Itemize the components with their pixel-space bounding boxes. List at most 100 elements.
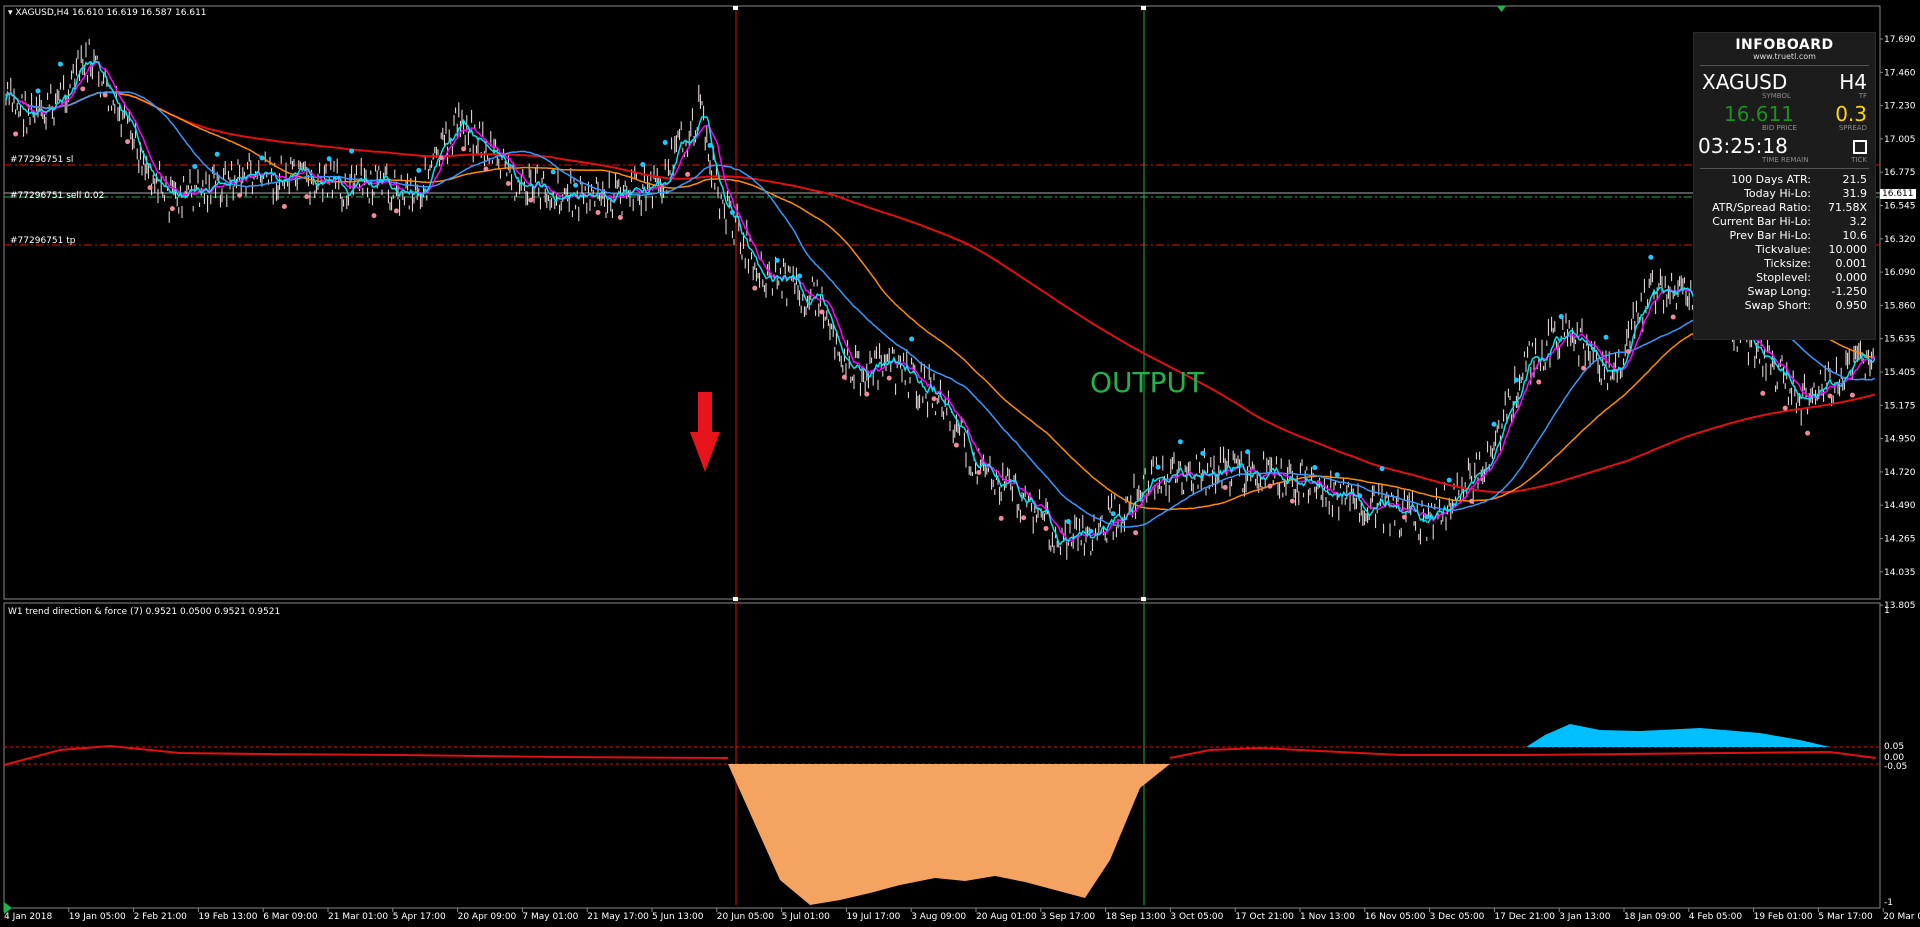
infoboard-row: Swap Short: 0.950 [1702, 299, 1867, 313]
spread-caption: SPREAD [1838, 124, 1867, 132]
fractal-down [931, 396, 937, 402]
fractal-down [752, 285, 758, 291]
price-axis-label: 16.775 [1884, 168, 1916, 178]
fractal-up [1379, 466, 1385, 472]
ma-blue-line [5, 90, 1876, 528]
infoboard-row: Prev Bar Hi-Lo: 10.6 [1702, 229, 1867, 243]
fractal-down [617, 214, 623, 220]
trend-bull-area [1526, 724, 1830, 747]
fractal-down [886, 375, 892, 381]
time-axis-label: 17 Dec 21:00 [1494, 912, 1555, 922]
price-axis-label: 14.490 [1884, 501, 1916, 511]
fractal-down [1289, 498, 1295, 504]
symbol-value: XAGUSD [1702, 70, 1788, 94]
order-sell-label: #77296751 sell 0.02 [10, 191, 104, 201]
fractal-down [841, 374, 847, 380]
bid-caption: BID PRICE [1762, 124, 1797, 132]
time-axis-label: 3 Dec 05:00 [1430, 912, 1485, 922]
sub-axis-label: -1 [1884, 898, 1893, 908]
infoboard-row-value: 0.000 [1835, 271, 1868, 284]
infoboard-row-label: Tickvalue: [1755, 243, 1811, 256]
fractal-down [393, 208, 399, 214]
infoboard-url: www.truetl.com [1753, 52, 1816, 61]
fractal-up [1334, 472, 1340, 478]
infoboard-row-value: -1.250 [1831, 285, 1867, 298]
infoboard-row: Ticksize: 0.001 [1702, 257, 1867, 271]
symbol-caption: SYMBOL [1762, 92, 1791, 100]
chart-header: ▾ XAGUSD,H4 16.610 16.619 16.587 16.611 [8, 8, 207, 18]
time-axis-label: 3 Jan 13:00 [1559, 912, 1611, 922]
fractal-up [1558, 314, 1564, 320]
price-axis-label: 16.320 [1884, 235, 1916, 245]
fractal-up [1245, 449, 1251, 455]
current-price-tag: 16.611 [1880, 189, 1916, 199]
fractal-up [550, 169, 556, 175]
fractal-markers [13, 61, 1855, 536]
infoboard-row: Tickvalue: 10.000 [1702, 243, 1867, 257]
time-axis-label: 20 Aug 01:00 [976, 912, 1037, 922]
time-axis-label: 2 Feb 21:00 [134, 912, 188, 922]
fractal-down [1469, 498, 1475, 504]
fractal-down [1401, 514, 1407, 520]
fractal-up [214, 151, 220, 157]
price-axis-label: 16.090 [1884, 268, 1916, 278]
time-axis-label: 7 May 01:00 [522, 912, 578, 922]
green-line-handle-top[interactable] [1141, 6, 1146, 10]
time-axis-label: 3 Sep 17:00 [1041, 912, 1096, 922]
fractal-down [1625, 349, 1631, 355]
symbol-quote-line: XAGUSD,H4 16.610 16.619 16.587 16.611 [15, 8, 207, 18]
time-axis: 4 Jan 2018 19 Jan 05:00 2 Feb 21:00 19 Feb … [3, 908, 1920, 922]
fractal-down [998, 515, 1004, 521]
fractal-down [1670, 314, 1676, 320]
tick-checkbox-icon[interactable] [1853, 140, 1867, 154]
infoboard-row-value: 71.58X [1827, 201, 1867, 214]
time-axis-label: 1 Nov 13:00 [1300, 912, 1355, 922]
price-axis-label: 17.460 [1884, 68, 1916, 78]
ma-orange-line [5, 90, 1875, 511]
fractal-up [416, 167, 422, 173]
main-chart-frame [3, 5, 1881, 600]
infoboard-row-label: Ticksize: [1764, 257, 1811, 270]
fractal-down [281, 204, 287, 210]
fractal-up [259, 155, 265, 161]
time-axis-label: 4 Jan 2018 [4, 912, 52, 922]
time-axis-label: 20 Mar 09:00 [1883, 912, 1920, 922]
infoboard-row: Swap Long: -1.250 [1702, 285, 1867, 299]
green-line-handle-bottom[interactable] [1141, 597, 1146, 601]
ma-magenta-line [5, 61, 1876, 543]
fractal-down [1827, 393, 1833, 399]
fractal-up [1357, 493, 1363, 499]
tf-caption: TF [1858, 92, 1867, 100]
fractal-up [1110, 511, 1116, 517]
time-axis-label: 18 Jan 09:00 [1624, 912, 1681, 922]
time-remain-value: 03:25:18 [1698, 134, 1788, 158]
fractal-up [57, 61, 63, 67]
shift-marker-icon[interactable] [1497, 6, 1506, 12]
time-axis-label: 20 Apr 09:00 [458, 912, 517, 922]
price-axis-label: 15.635 [1884, 335, 1916, 345]
price-axis-label: 15.175 [1884, 401, 1916, 411]
fractal-up [1513, 377, 1519, 383]
fractal-down [953, 442, 959, 448]
fractal-down [80, 86, 86, 92]
fractal-down [528, 197, 534, 203]
infoboard-row-value: 3.2 [1849, 215, 1868, 228]
output-annotation: OUTPUT [1090, 366, 1205, 399]
red-line-handle-bottom[interactable] [733, 597, 738, 601]
fractal-down [1133, 530, 1139, 536]
timeframe-value: H4 [1839, 70, 1867, 94]
price-axis-label: 17.230 [1884, 102, 1916, 112]
fractal-down [976, 470, 982, 476]
red-line-handle-top[interactable] [733, 6, 738, 10]
divider [1700, 65, 1869, 66]
trading-chart[interactable]: #77296751 sl #77296751 sell 0.02 #772967… [0, 0, 1920, 927]
sell-arrow-icon[interactable] [690, 392, 720, 472]
infoboard-stats: 100 Days ATR: 21.5 Today Hi-Lo: 31.9 ATR/Spr… [1694, 173, 1875, 313]
fractal-down [461, 146, 467, 152]
price-series [5, 38, 1876, 560]
sub-axis-label: -0.05 [1884, 762, 1907, 772]
time-axis-label: 21 May 17:00 [587, 912, 649, 922]
infoboard-row: Stoplevel: 0.000 [1702, 271, 1867, 285]
time-axis-label: 18 Sep 13:00 [1106, 912, 1166, 922]
fractal-down [483, 166, 489, 172]
